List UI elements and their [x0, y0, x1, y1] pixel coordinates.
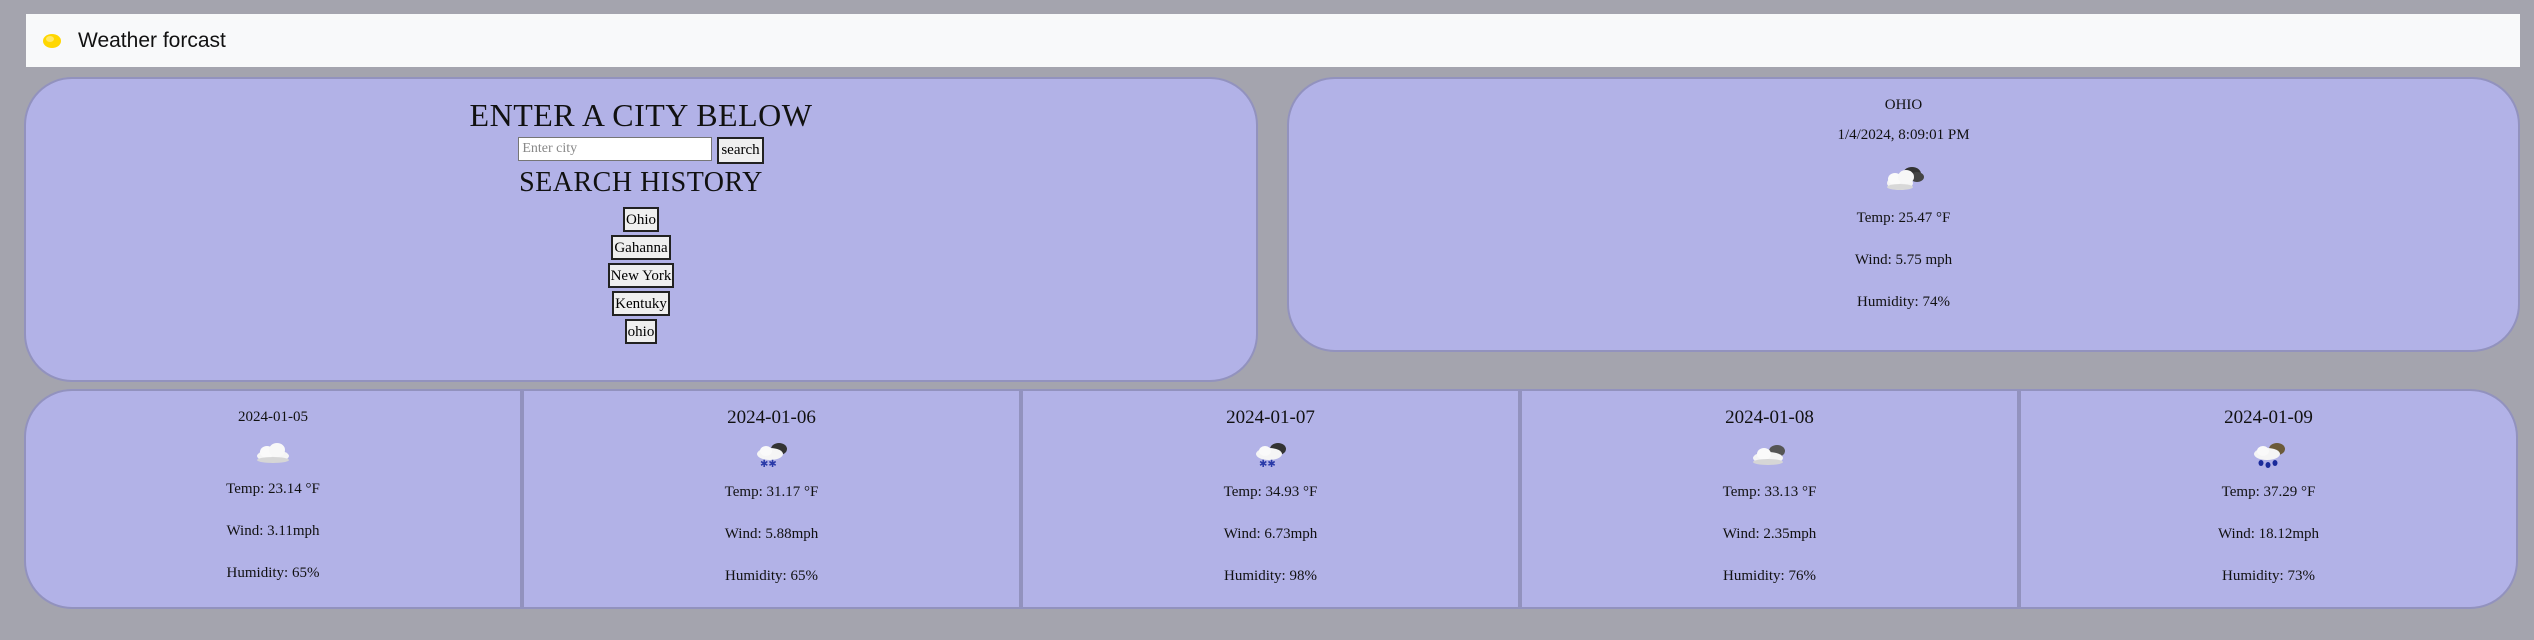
forecast-date: 2024-01-07 [1226, 407, 1315, 428]
city-search-input[interactable] [518, 137, 713, 161]
history-item-button[interactable]: ohio [624, 319, 658, 344]
forecast-date: 2024-01-09 [2224, 407, 2313, 428]
history-item-button[interactable]: Gahanna [611, 235, 671, 260]
forecast-date: 2024-01-06 [727, 407, 816, 428]
forecast-humidity: Humidity: 76% [1723, 568, 1816, 584]
svg-text:✱✱: ✱✱ [760, 459, 777, 469]
search-heading: ENTER A CITY BELOW [469, 97, 813, 133]
snow-cloud-icon: ✱✱ [756, 443, 787, 469]
current-weather-card: OHIO 1/4/2024, 8:09:01 PM Temp: 25.47 °F… [1287, 77, 2520, 352]
forecast-row: 2024-01-05 Temp: 23.14 °F Wind: 3.11mph … [24, 389, 2520, 609]
forecast-temp: Temp: 37.29 °F [2221, 484, 2316, 500]
search-form: search [26, 137, 1256, 164]
forecast-temp: Temp: 33.13 °F [1722, 484, 1817, 500]
forecast-wind: Wind: 18.12mph [2217, 526, 2320, 542]
forecast-temp: Temp: 34.93 °F [1223, 484, 1318, 500]
forecast-date: 2024-01-05 [238, 409, 308, 425]
cloudy-night-icon [1886, 167, 1924, 190]
svg-text:✱✱: ✱✱ [1259, 459, 1276, 469]
forecast-card: 2024-01-09 Temp: 37.29 °F Wind: 18.12mph… [2019, 389, 2518, 609]
navbar: Weather forcast [26, 14, 2520, 67]
forecast-temp: Temp: 23.14 °F [226, 481, 320, 497]
brand-title[interactable]: Weather forcast [78, 29, 226, 53]
history-item-button[interactable]: Kentuky [612, 291, 670, 316]
history-item-button[interactable]: Ohio [623, 207, 659, 232]
forecast-wind: Wind: 6.73mph [1223, 526, 1318, 542]
forecast-card: 2024-01-06 ✱✱ Temp: 31.17 °F Wind: 5.88m… [522, 389, 1021, 609]
current-wind: Wind: 5.75 mph [1854, 252, 1953, 268]
forecast-card: 2024-01-07 ✱✱ Temp: 34.93 °F Wind: 6.73m… [1021, 389, 1520, 609]
forecast-wind: Wind: 5.88mph [724, 526, 819, 542]
current-temp: Temp: 25.47 °F [1856, 210, 1951, 226]
forecast-wind: Wind: 3.11mph [226, 523, 320, 539]
search-card: ENTER A CITY BELOW search SEARCH HISTORY… [24, 77, 1258, 382]
search-history-heading: SEARCH HISTORY [519, 167, 763, 198]
history-item-button[interactable]: New York [607, 263, 675, 288]
cloud-icon [257, 443, 289, 463]
forecast-humidity: Humidity: 98% [1224, 568, 1317, 584]
search-button[interactable]: search [717, 137, 764, 164]
forecast-humidity: Humidity: 65% [725, 568, 818, 584]
rain-cloud-icon [2253, 443, 2285, 468]
current-datetime: 1/4/2024, 8:09:01 PM [1837, 127, 1970, 143]
forecast-wind: Wind: 2.35mph [1722, 526, 1817, 542]
forecast-card: 2024-01-08 Temp: 33.13 °F Wind: 2.35mph … [1520, 389, 2019, 609]
forecast-card: 2024-01-05 Temp: 23.14 °F Wind: 3.11mph … [24, 389, 522, 609]
forecast-date: 2024-01-08 [1725, 407, 1814, 428]
cloud-icon [1752, 445, 1785, 465]
snow-cloud-icon: ✱✱ [1255, 443, 1286, 469]
forecast-humidity: Humidity: 73% [2222, 568, 2315, 584]
current-humidity: Humidity: 74% [1857, 294, 1950, 310]
sun-logo-icon [43, 33, 61, 48]
forecast-temp: Temp: 31.17 °F [724, 484, 819, 500]
search-history-list: Ohio Gahanna New York Kentuky ohio [26, 207, 1256, 344]
forecast-humidity: Humidity: 65% [226, 565, 320, 581]
current-city-name: OHIO [1884, 97, 1923, 113]
